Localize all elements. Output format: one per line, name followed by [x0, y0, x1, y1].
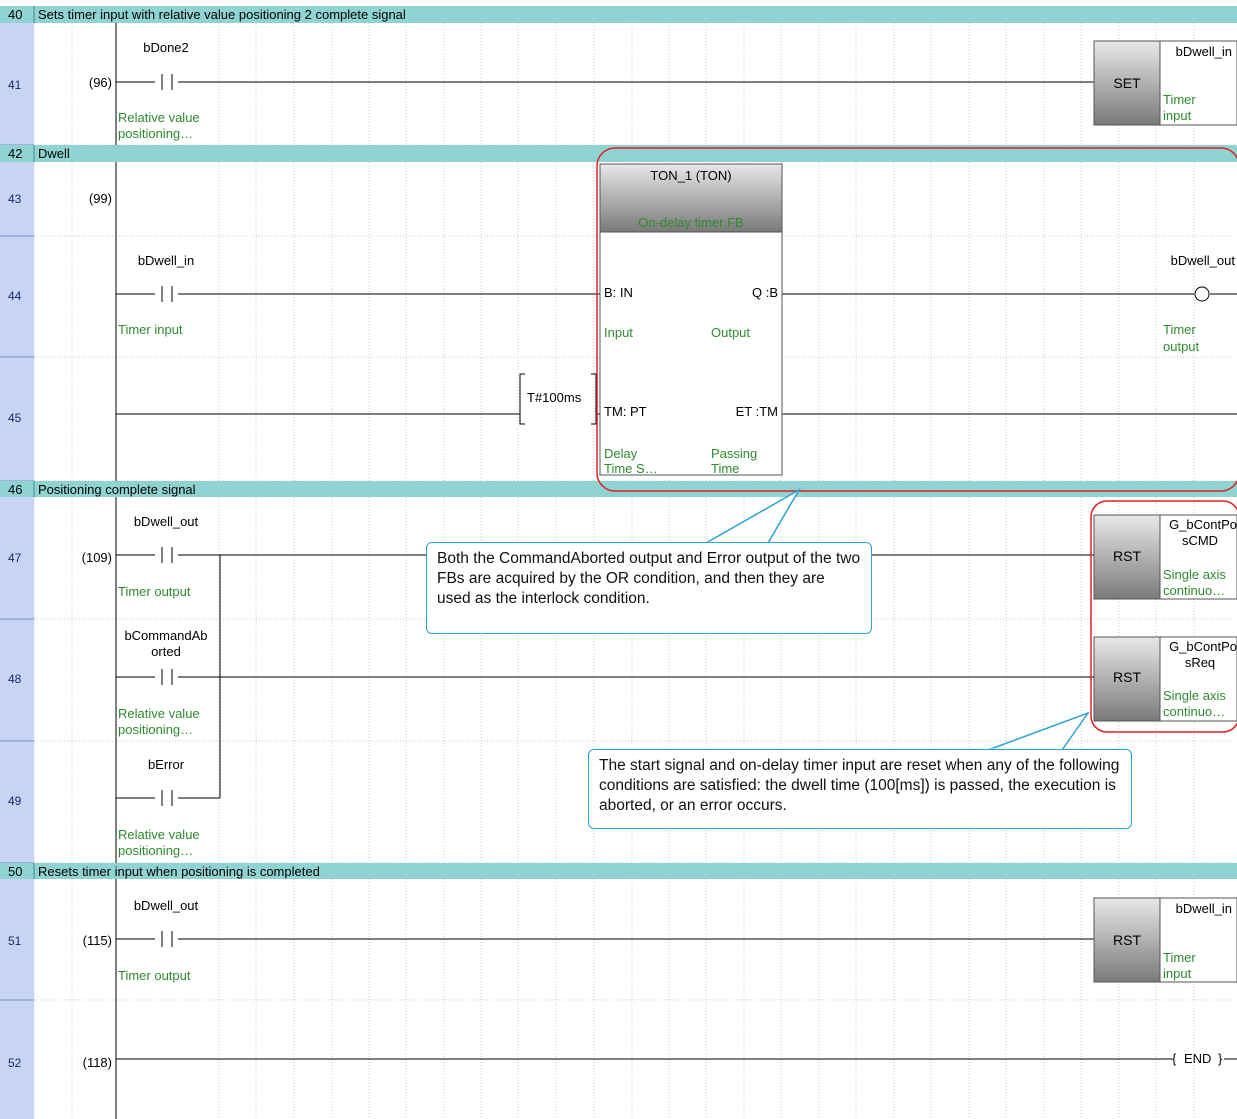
operand-label: bDwell_in	[1176, 901, 1232, 916]
comment-text: Resets timer input when positioning is c…	[38, 864, 320, 879]
svg-text:}: }	[1218, 1051, 1223, 1066]
callout-text: Both the CommandAborted output and Error…	[437, 550, 861, 607]
row-headers: 41 43 44 45 47 48 49 51 52	[0, 23, 34, 1119]
operand-label: sCMD	[1182, 533, 1218, 548]
operand-label: sReq	[1185, 655, 1215, 670]
contact-bdwell-out[interactable]: bDwell_out Timer output	[118, 898, 199, 983]
contact-label: orted	[151, 644, 181, 659]
rst-instruction[interactable]: RST bDwell_in Timer input	[1093, 897, 1237, 983]
operand-label: G_bContPo	[1169, 517, 1237, 532]
preset-value: T#100ms	[527, 390, 582, 405]
callout-text: The start signal and on-delay timer inpu…	[599, 757, 1120, 814]
contact-label: bDwell_out	[134, 514, 199, 529]
instruction-boxes: SET bDwell_in Timer input RST G_bContPo …	[1093, 40, 1237, 983]
device-comment: positioning…	[118, 843, 193, 858]
step-number: (115)	[83, 933, 112, 948]
device-comment: Timer	[1163, 950, 1196, 965]
svg-text:{: {	[1172, 1051, 1177, 1066]
device-comment: positioning…	[118, 126, 193, 141]
row-number: 50	[8, 864, 22, 879]
row-number: 42	[8, 146, 22, 161]
rst-instruction[interactable]: RST G_bContPo sReq Single axis continuo…	[1093, 636, 1237, 722]
fb-output-comment: Output	[711, 325, 750, 340]
device-comment: continuo…	[1163, 583, 1225, 598]
fb-comment: On-delay timer FB	[638, 215, 743, 230]
comment-text: Sets timer input with relative value pos…	[38, 7, 406, 22]
contact-bdwell-out[interactable]: bDwell_out Timer output	[118, 514, 199, 599]
contact-label: bDwell_in	[138, 253, 194, 268]
row-number: 44	[8, 289, 22, 303]
fb-input-comment: Delay	[604, 446, 638, 461]
fb-output-q[interactable]: Q :B	[752, 285, 778, 300]
step-number: (118)	[83, 1055, 112, 1070]
contact-bcommandaborted[interactable]: bCommandAb orted Relative value position…	[118, 628, 208, 737]
device-comment: output	[1163, 339, 1200, 354]
preset-time-constant[interactable]: T#100ms	[519, 373, 597, 425]
row-number: 52	[8, 1056, 22, 1070]
contact-label: bDone2	[143, 40, 189, 55]
contacts: bDone2 Relative value positioning… bDwel…	[118, 40, 208, 983]
operand-label: G_bContPo	[1169, 639, 1237, 654]
device-comment: Timer output	[118, 584, 191, 599]
fb-output-comment: Time	[711, 461, 739, 476]
end-instruction[interactable]: { END }	[1172, 1051, 1237, 1066]
callout-reset-conditions: The start signal and on-delay timer inpu…	[588, 749, 1132, 829]
end-label: END	[1184, 1051, 1211, 1066]
comment-text: Dwell	[38, 146, 70, 161]
device-comment: continuo…	[1163, 704, 1225, 719]
step-numbers: (96) (99) (109) (115) (118)	[82, 75, 112, 1070]
callout-interlock: Both the CommandAborted output and Error…	[426, 542, 872, 634]
device-comment: input	[1163, 966, 1192, 981]
fb-input-comment: Input	[604, 325, 633, 340]
comment-text: Positioning complete signal	[38, 482, 196, 497]
device-comment: input	[1163, 108, 1192, 123]
step-number: (109)	[82, 550, 112, 565]
row-number: 43	[8, 192, 22, 206]
ton-function-block[interactable]: TON_1 (TON) On-delay timer FB B: IN Inpu…	[599, 163, 783, 476]
contact-bdwell-in[interactable]: bDwell_in Timer input	[118, 253, 194, 337]
contact-label: bDwell_out	[134, 898, 199, 913]
step-number: (99)	[89, 191, 112, 206]
row-number: 51	[8, 934, 22, 948]
fb-input-pt[interactable]: TM: PT	[604, 404, 647, 419]
device-comment: positioning…	[118, 722, 193, 737]
row-number: 48	[8, 672, 22, 686]
row-number: 40	[8, 7, 22, 22]
step-number: (96)	[89, 75, 112, 90]
row-number: 45	[8, 411, 22, 425]
fb-title: TON_1 (TON)	[650, 168, 731, 183]
fb-output-comment: Passing	[711, 446, 757, 461]
device-comment: Relative value	[118, 706, 200, 721]
device-comment: Relative value	[118, 110, 200, 125]
contact-berror[interactable]: bError Relative value positioning…	[118, 757, 200, 858]
fb-input-in[interactable]: B: IN	[604, 285, 633, 300]
coil-bdwell-out[interactable]: bDwell_out Timer output	[1163, 253, 1235, 354]
instruction-name: RST	[1113, 548, 1141, 564]
device-comment: Single axis	[1163, 567, 1226, 582]
contact-label: bError	[148, 757, 185, 772]
device-comment: Timer output	[118, 968, 191, 983]
device-comment: Relative value	[118, 827, 200, 842]
device-comment: Single axis	[1163, 688, 1226, 703]
row-number: 41	[8, 78, 22, 92]
set-instruction[interactable]: SET bDwell_in Timer input	[1093, 40, 1237, 126]
device-comment: Timer	[1163, 92, 1196, 107]
fb-input-comment: Time S…	[604, 461, 658, 476]
operand-label: bDwell_in	[1176, 44, 1232, 59]
contact-label: bCommandAb	[124, 628, 207, 643]
instruction-name: RST	[1113, 669, 1141, 685]
row-number: 49	[8, 794, 22, 808]
instruction-name: SET	[1113, 75, 1141, 91]
device-comment: Timer input	[118, 322, 183, 337]
fb-output-et[interactable]: ET :TM	[736, 404, 778, 419]
rst-instruction[interactable]: RST G_bContPo sCMD Single axis continuo…	[1093, 514, 1237, 600]
instruction-name: RST	[1113, 932, 1141, 948]
row-number: 47	[8, 551, 22, 565]
device-comment: Timer	[1163, 322, 1196, 337]
row-number: 46	[8, 482, 22, 497]
contact-bdone2[interactable]: bDone2 Relative value positioning…	[118, 40, 200, 141]
coil-label: bDwell_out	[1171, 253, 1236, 268]
